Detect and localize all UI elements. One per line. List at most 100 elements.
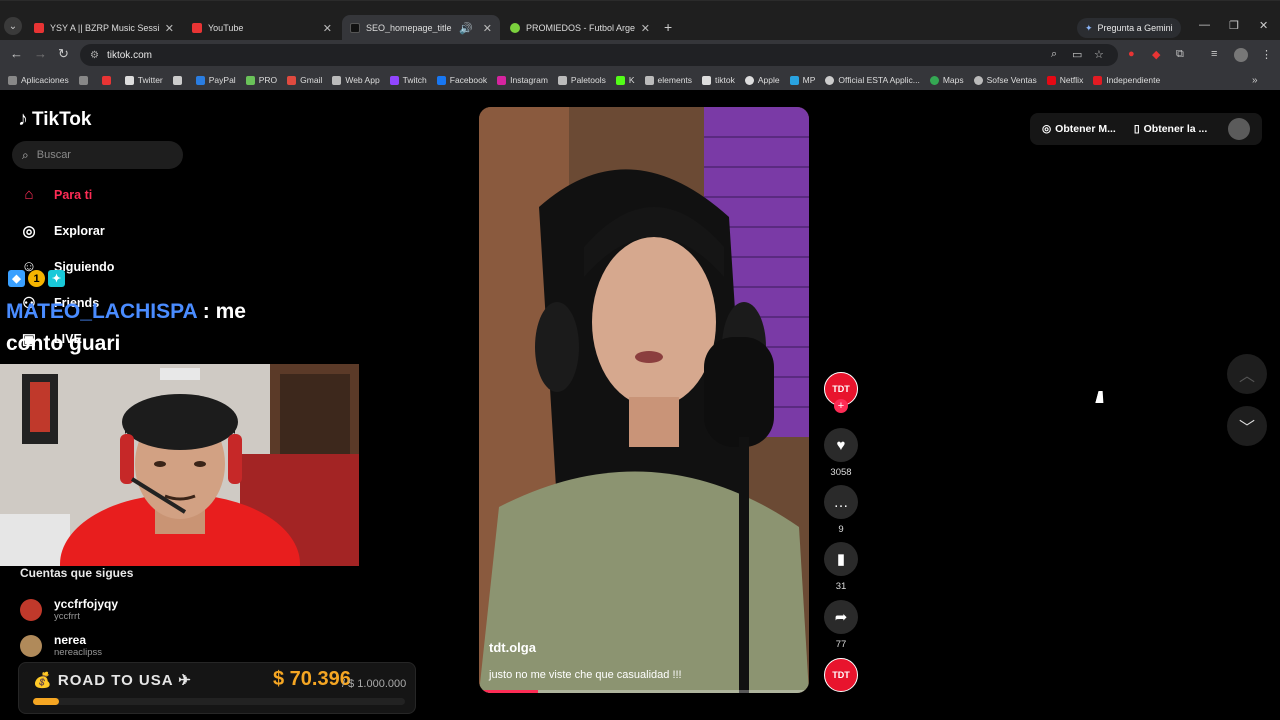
bookmarks-bar: Aplicaciones Twitter PayPal PRO Gmail We…	[0, 70, 1280, 90]
bookmark-apple[interactable]: Apple	[744, 75, 780, 85]
more-bookmarks-icon[interactable]: »	[1252, 75, 1258, 86]
previous-video-icon[interactable]: ︿	[1227, 354, 1267, 394]
bookmark-tiktok[interactable]: tiktok	[702, 75, 735, 85]
zoom-icon[interactable]: ⌕	[1051, 48, 1057, 61]
bookmark-mp[interactable]: MP	[789, 75, 815, 85]
account-handle: yccfrrt	[54, 611, 80, 622]
site-info-icon[interactable]: ⚙	[90, 50, 99, 61]
creator-avatar[interactable]: TDT +	[823, 372, 859, 413]
followed-account[interactable]: nerea nereaclipss	[20, 633, 102, 658]
grid-icon	[78, 75, 88, 85]
like-button[interactable]: ♥ 3058	[823, 428, 859, 478]
get-coins-button[interactable]: ◎ Obtener M...	[1042, 123, 1116, 135]
extensions-icon[interactable]: ⧉	[1176, 48, 1184, 61]
bookmark-label: Aplicaciones	[21, 75, 69, 85]
bookmark-maps[interactable]: Maps	[929, 75, 964, 85]
extension-red-icon[interactable]: ●	[1128, 48, 1135, 60]
bookmark-twitch[interactable]: Twitch	[389, 75, 427, 85]
bookmark-kick[interactable]: K	[615, 75, 635, 85]
close-icon[interactable]: ✕	[323, 22, 332, 35]
esta-icon	[825, 75, 835, 85]
bookmark-youtube[interactable]	[101, 75, 115, 85]
video-progress-bar[interactable]	[479, 690, 809, 693]
reload-icon[interactable]: ↻	[58, 46, 69, 62]
share-button[interactable]: ➦ 77	[823, 600, 859, 650]
bookmark-apps[interactable]: Aplicaciones	[8, 75, 69, 85]
bookmark-paypal[interactable]: PayPal	[195, 75, 236, 85]
extension-adblock-icon[interactable]: ◆	[1152, 48, 1160, 61]
followed-account[interactable]: yccfrfojyqy yccfrrt	[20, 597, 118, 622]
bookmark-instagram[interactable]: Instagram	[497, 75, 548, 85]
minimize-icon[interactable]: —	[1199, 19, 1210, 31]
gemini-button[interactable]: ✦ Pregunta a Gemini	[1077, 18, 1181, 38]
save-button[interactable]: ▮ 31	[823, 542, 859, 592]
blank-icon	[172, 75, 182, 85]
bookmark-gmail[interactable]: Gmail	[287, 75, 322, 85]
cube-badge-icon: ◆	[8, 270, 25, 287]
chat-username: MATEO_LACHISPA	[6, 300, 197, 323]
logo-text: TikTok	[32, 108, 92, 130]
twitter-icon	[124, 75, 134, 85]
tab-promiedos[interactable]: PROMIEDOS - Futbol Argentina ✕	[502, 17, 658, 39]
get-coins-label: Obtener M...	[1055, 123, 1116, 135]
search-input[interactable]: ⌕ Buscar	[12, 141, 183, 169]
next-video-icon[interactable]: ﹀	[1227, 406, 1267, 446]
get-app-button[interactable]: ▯ Obtener la ...	[1134, 123, 1207, 135]
window-close-icon[interactable]: ✕	[1259, 19, 1268, 32]
profile-avatar[interactable]	[1228, 118, 1250, 140]
video-player[interactable]: tdt.olga justo no me viste che que casua…	[479, 107, 809, 693]
bookmark-netflix[interactable]: Netflix	[1046, 75, 1083, 85]
tab-search-icon[interactable]: ⌄	[4, 17, 22, 35]
video-author[interactable]: tdt.olga	[489, 640, 536, 655]
close-icon[interactable]: ✕	[641, 22, 650, 35]
facebook-icon	[436, 75, 446, 85]
bookmark-label: elements	[657, 75, 693, 85]
profile-avatar[interactable]	[1234, 48, 1248, 62]
apple-icon	[744, 75, 754, 85]
cast-icon[interactable]: ▭	[1072, 48, 1082, 61]
tiktok-logo[interactable]: ♪ TikTok	[18, 108, 91, 131]
address-bar[interactable]: ⚙ tiktok.com	[80, 44, 1118, 66]
close-icon[interactable]: ✕	[483, 22, 492, 35]
media-icon[interactable]: ≡	[1211, 48, 1217, 60]
tab-bzrp[interactable]: YSY A || BZRP Music Sessions # ✕	[26, 17, 182, 39]
bookmark-twitter[interactable]: Twitter	[124, 75, 163, 85]
avatar	[20, 634, 42, 657]
bookmark-esta[interactable]: Official ESTA Applic...	[825, 75, 920, 85]
bookmark-sofse[interactable]: Sofse Ventas	[973, 75, 1037, 85]
forward-icon[interactable]: →	[34, 46, 47, 61]
close-icon[interactable]: ✕	[165, 22, 174, 35]
maps-icon	[929, 75, 939, 85]
bookmark-webapp[interactable]: Web App	[332, 75, 380, 85]
bookmark-paletools[interactable]: Paletools	[557, 75, 606, 85]
following-accounts-title: Cuentas que sigues	[20, 566, 134, 580]
restore-icon[interactable]: ❐	[1229, 19, 1239, 32]
sound-disc[interactable]: TDT	[823, 658, 859, 692]
bookmark-pro[interactable]: PRO	[245, 75, 277, 85]
bookmark-independiente[interactable]: Independiente	[1093, 75, 1160, 85]
share-count: 77	[835, 639, 847, 650]
tab-youtube[interactable]: YouTube ✕	[184, 17, 340, 39]
nav-label: Explorar	[54, 224, 105, 238]
browser-toolbar: ← → ↻ ⚙ tiktok.com ⌕ ▭ ☆ ● ◆ ⧉ ≡ ⋮	[0, 40, 1280, 70]
tab-strip: ⌄ YSY A || BZRP Music Sessions # ✕ YouTu…	[0, 0, 1280, 41]
back-icon[interactable]: ←	[10, 46, 23, 61]
comment-button[interactable]: … 9	[823, 485, 859, 535]
speaker-icon[interactable]: 🔊	[459, 22, 473, 35]
avatar	[20, 598, 42, 621]
bookmark-label: Maps	[942, 75, 964, 85]
nav-for-you[interactable]: ⌂ Para ti	[20, 186, 92, 203]
tab-tiktok[interactable]: SEO_homepage_title 🔊 ✕	[342, 15, 500, 41]
bookmark-facebook[interactable]: Facebook	[436, 75, 487, 85]
bookmark-blank[interactable]	[172, 75, 186, 85]
bookmark-star-icon[interactable]: ☆	[1094, 48, 1104, 61]
account-name: nerea	[54, 633, 87, 647]
video-frame	[479, 107, 809, 693]
menu-icon[interactable]: ⋮	[1261, 48, 1272, 61]
sofse-icon	[973, 75, 983, 85]
follow-plus-icon[interactable]: +	[834, 399, 848, 413]
nav-explore[interactable]: ◎ Explorar	[20, 222, 105, 240]
bookmark-grid[interactable]	[78, 75, 92, 85]
bookmark-elements[interactable]: elements	[644, 75, 693, 85]
new-tab-icon[interactable]: +	[664, 19, 672, 35]
